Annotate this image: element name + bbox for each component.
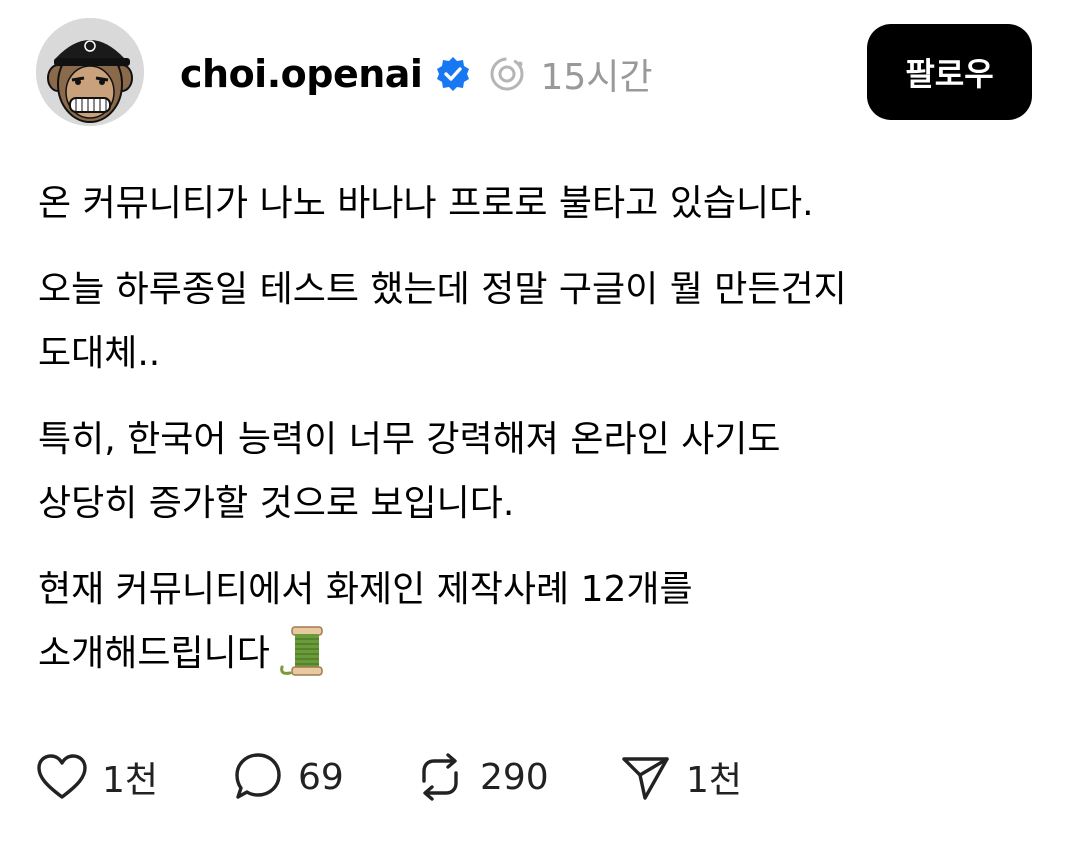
comment-bubble-icon <box>235 753 281 799</box>
post-meta: choi.openai 15시간 <box>180 46 653 102</box>
text-line: 현재 커뮤니티에서 화제인 제작사례 12개를 <box>38 569 693 610</box>
repost-count: 290 <box>480 756 549 798</box>
comment-button[interactable]: 69 <box>232 746 344 808</box>
paragraph-2: 오늘 하루종일 테스트 했는데 정말 구글이 뭘 만든건지 도대체.. <box>38 258 1048 386</box>
text-line: 오늘 하루종일 테스트 했는데 정말 구글이 뭘 만든건지 <box>38 269 847 310</box>
thread-spool-emoji <box>278 623 328 679</box>
text-line-with-emoji: 소개해드립니다 <box>38 622 1048 686</box>
heart-icon <box>37 754 87 799</box>
like-button[interactable]: 1천 <box>36 746 158 808</box>
paragraph-3: 특히, 한국어 능력이 너무 강력해져 온라인 사기도 상당히 증가할 것으로 … <box>38 408 1048 536</box>
avatar[interactable] <box>36 18 144 126</box>
share-count: 1천 <box>686 760 743 801</box>
ape-avatar-icon <box>36 18 144 126</box>
text-line: 온 커뮤니티가 나노 바나나 프로로 불타고 있습니다. <box>38 183 814 224</box>
ai-generated-icon <box>488 55 526 93</box>
follow-button[interactable]: 팔로우 <box>867 24 1032 120</box>
paragraph-4: 현재 커뮤니티에서 화제인 제작사례 12개를 소개해드립니다 <box>38 558 1048 686</box>
text-line: 소개해드립니다 <box>38 633 270 674</box>
comment-count: 69 <box>298 756 344 798</box>
share-button[interactable]: 1천 <box>620 746 742 808</box>
username[interactable]: choi.openai <box>180 52 423 96</box>
repost-icon <box>422 753 458 801</box>
verified-badge-icon <box>434 55 472 93</box>
post-timestamp: 15시간 <box>540 57 653 98</box>
paragraph-1: 온 커뮤니티가 나노 바나나 프로로 불타고 있습니다. <box>38 172 1048 236</box>
text-line: 특히, 한국어 능력이 너무 강력해져 온라인 사기도 <box>38 419 781 460</box>
text-line: 도대체.. <box>38 333 161 374</box>
text-line: 상당히 증가할 것으로 보입니다. <box>38 483 515 524</box>
thread-post: choi.openai 15시간 팔로우 온 커뮤니티가 나노 바나나 프로로 … <box>0 0 1080 841</box>
like-count: 1천 <box>102 760 159 801</box>
post-actions: 1천 69 290 1천 <box>36 746 1046 808</box>
post-body: 온 커뮤니티가 나노 바나나 프로로 불타고 있습니다. 오늘 하루종일 테스트… <box>38 172 1048 708</box>
repost-button[interactable]: 290 <box>414 746 549 808</box>
send-icon <box>622 757 669 800</box>
